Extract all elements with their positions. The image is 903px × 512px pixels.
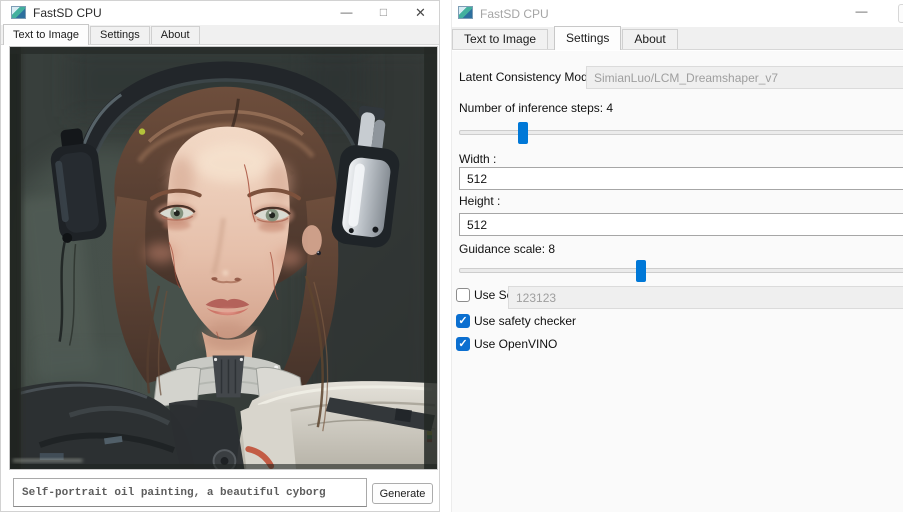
window-controls: — □ ✕	[328, 1, 439, 25]
minimize-icon[interactable]: —	[328, 1, 365, 25]
use-openvino-checkbox[interactable]: ✓	[456, 337, 470, 351]
seed-input[interactable]	[508, 286, 903, 309]
slider-track	[459, 268, 903, 273]
slider-handle[interactable]	[518, 122, 528, 144]
app-icon	[458, 6, 473, 19]
slider-handle[interactable]	[636, 260, 646, 282]
use-seed-checkbox[interactable]: ✓	[456, 288, 470, 302]
fastsd-window-settings: FastSD CPU — Text to Image Settings Abou…	[451, 0, 903, 512]
portrait-illustration	[10, 47, 437, 469]
tab-about[interactable]: About	[151, 26, 200, 44]
window-title: FastSD CPU	[33, 6, 102, 20]
guidance-scale-slider[interactable]	[459, 260, 903, 282]
fastsd-window-text-to-image: FastSD CPU — □ ✕ Text to Image Settings …	[0, 0, 440, 512]
checkmark-icon: ✓	[457, 338, 469, 351]
close-icon[interactable]: ✕	[402, 1, 439, 25]
maximize-icon[interactable]: □	[365, 1, 402, 25]
tab-settings[interactable]: Settings	[90, 26, 150, 44]
desktop: FastSD CPU — □ ✕ Text to Image Settings …	[0, 0, 903, 512]
model-label: Latent Consistency Model:	[459, 70, 600, 84]
tab-about[interactable]: About	[622, 29, 677, 49]
window-title: FastSD CPU	[480, 7, 549, 21]
inference-steps-label: Number of inference steps: 4	[459, 101, 613, 115]
generate-button[interactable]: Generate	[372, 483, 433, 504]
checkmark-icon: ✓	[457, 315, 469, 328]
tab-bar: Text to Image Settings About	[452, 27, 903, 50]
width-label: Width :	[459, 152, 496, 166]
tab-text-to-image[interactable]: Text to Image	[3, 24, 89, 45]
height-input[interactable]	[459, 213, 903, 236]
height-label: Height :	[459, 194, 500, 208]
use-openvino-label: Use OpenVINO	[474, 337, 557, 352]
app-icon	[11, 6, 26, 19]
maximize-icon[interactable]	[898, 4, 903, 23]
inference-steps-slider[interactable]	[459, 122, 903, 144]
titlebar: FastSD CPU — □ ✕	[1, 1, 439, 25]
titlebar: FastSD CPU —	[452, 0, 903, 27]
model-input[interactable]	[586, 66, 903, 89]
minimize-icon[interactable]: —	[843, 0, 880, 24]
tab-settings[interactable]: Settings	[554, 26, 621, 50]
use-safety-checker-label: Use safety checker	[474, 314, 576, 329]
tab-text-to-image[interactable]: Text to Image	[452, 29, 548, 49]
width-input[interactable]	[459, 167, 903, 190]
use-safety-checker-checkbox[interactable]: ✓	[456, 314, 470, 328]
generated-image	[9, 46, 438, 470]
tab-bar: Text to Image Settings About	[1, 25, 439, 45]
prompt-input[interactable]	[13, 478, 367, 507]
guidance-scale-label: Guidance scale: 8	[459, 242, 555, 256]
